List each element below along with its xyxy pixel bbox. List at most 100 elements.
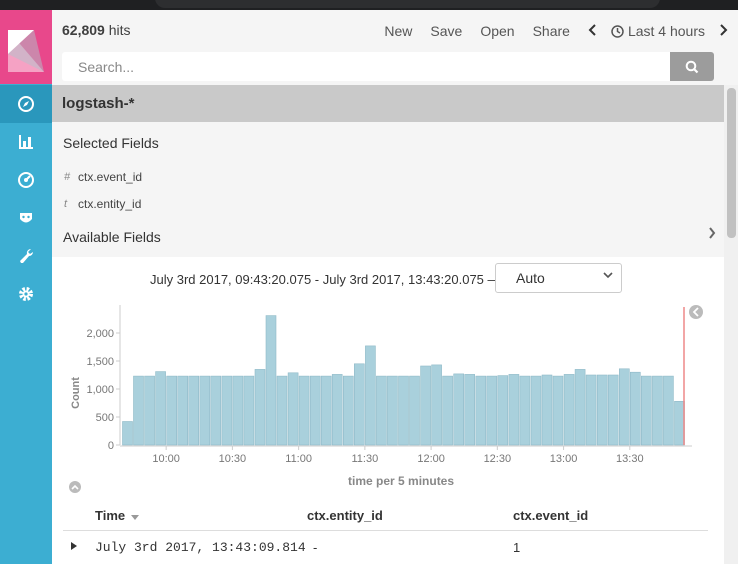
compass-icon bbox=[18, 96, 34, 112]
histogram-bar[interactable] bbox=[221, 375, 233, 446]
histogram-bar[interactable] bbox=[486, 375, 498, 446]
nav-dev-tools[interactable] bbox=[0, 237, 52, 275]
nav-visualize[interactable] bbox=[0, 123, 52, 161]
histogram-bar[interactable] bbox=[420, 365, 431, 446]
x-tick-label: 12:00 bbox=[417, 453, 445, 465]
histogram-bar[interactable] bbox=[663, 375, 674, 446]
histogram-bar[interactable] bbox=[497, 375, 509, 446]
histogram-bar[interactable] bbox=[640, 375, 652, 446]
histogram-bar[interactable] bbox=[320, 375, 332, 446]
histogram-bar[interactable] bbox=[342, 375, 354, 446]
histogram-bar[interactable] bbox=[596, 374, 608, 446]
histogram-bar[interactable] bbox=[177, 375, 188, 446]
histogram-bar[interactable] bbox=[398, 375, 409, 446]
time-range-label: Last 4 hours bbox=[627, 23, 705, 39]
histogram-bar[interactable] bbox=[629, 371, 641, 446]
scrollbar-thumb[interactable] bbox=[727, 88, 736, 238]
histogram-bar[interactable] bbox=[530, 375, 542, 446]
x-axis-label: time per 5 minutes bbox=[348, 474, 455, 488]
histogram-bar[interactable] bbox=[309, 375, 321, 446]
histogram-bar[interactable] bbox=[155, 371, 166, 446]
field-list: Selected Fields # ctx.event_id t ctx.ent… bbox=[52, 122, 724, 257]
field-item[interactable]: t ctx.entity_id bbox=[64, 197, 141, 211]
histogram-bar[interactable] bbox=[453, 373, 465, 446]
bar-chart-icon bbox=[19, 135, 33, 149]
histogram-bar[interactable] bbox=[166, 375, 177, 446]
histogram-bar[interactable] bbox=[387, 375, 398, 446]
histogram-bar[interactable] bbox=[563, 374, 575, 446]
histogram-bar[interactable] bbox=[265, 315, 277, 446]
histogram-bar[interactable] bbox=[133, 375, 144, 446]
nav-dashboard[interactable] bbox=[0, 161, 52, 199]
histogram-bar[interactable] bbox=[376, 375, 387, 446]
interval-select[interactable]: Auto bbox=[495, 263, 622, 293]
y-axis-label: Count bbox=[70, 377, 82, 409]
column-header-event-id[interactable]: ctx.event_id bbox=[513, 508, 588, 523]
histogram-chart[interactable]: 0 500 1,000 1,500 2,000 10:00 10:30 11:00 11:30… bbox=[52, 295, 712, 470]
hits-label: hits bbox=[108, 22, 131, 38]
expand-row-icon[interactable] bbox=[71, 542, 77, 552]
nav-discover[interactable] bbox=[0, 85, 52, 123]
field-item[interactable]: # ctx.event_id bbox=[64, 170, 142, 184]
histogram-bar[interactable] bbox=[331, 374, 343, 446]
nav-management[interactable] bbox=[0, 275, 52, 313]
string-type-icon: t bbox=[64, 198, 68, 210]
column-header-time[interactable]: Time bbox=[95, 508, 139, 523]
histogram-bar[interactable] bbox=[409, 375, 420, 446]
histogram-bar[interactable] bbox=[232, 375, 244, 446]
histogram-bar[interactable] bbox=[298, 375, 310, 446]
table-divider bbox=[63, 530, 708, 531]
table-cell-event-id: 1 bbox=[513, 540, 521, 555]
histogram-bar[interactable] bbox=[574, 369, 586, 446]
histogram-bar[interactable] bbox=[618, 368, 630, 446]
histogram-bar[interactable] bbox=[276, 375, 288, 446]
share-button[interactable]: Share bbox=[533, 23, 570, 39]
address-bar[interactable] bbox=[155, 0, 660, 8]
histogram-bar[interactable] bbox=[210, 375, 222, 446]
histogram-bar[interactable] bbox=[652, 375, 663, 446]
histogram-bar[interactable] bbox=[287, 372, 299, 446]
sort-down-icon[interactable] bbox=[130, 515, 139, 520]
search-input[interactable] bbox=[62, 52, 670, 81]
kibana-logo[interactable] bbox=[0, 10, 52, 84]
selected-fields-title: Selected Fields bbox=[63, 135, 159, 151]
table-cell-entity-id: - bbox=[313, 540, 318, 555]
browser-chrome bbox=[0, 0, 738, 10]
histogram-bar[interactable] bbox=[552, 375, 564, 446]
histogram-bar[interactable] bbox=[519, 375, 531, 446]
chevron-right-icon[interactable] bbox=[708, 226, 716, 244]
open-button[interactable]: Open bbox=[480, 23, 514, 39]
gear-icon bbox=[19, 287, 33, 301]
histogram-bar[interactable] bbox=[144, 375, 155, 446]
chevron-up-icon[interactable] bbox=[69, 481, 81, 493]
histogram-bar[interactable] bbox=[431, 364, 442, 446]
histogram-bar[interactable] bbox=[243, 375, 255, 446]
new-button[interactable]: New bbox=[384, 23, 412, 39]
index-pattern-bar[interactable]: logstash-* bbox=[52, 85, 724, 122]
histogram-bar[interactable] bbox=[585, 374, 597, 446]
histogram-bar[interactable] bbox=[122, 421, 133, 446]
histogram-bar[interactable] bbox=[353, 363, 365, 446]
histogram-bar[interactable] bbox=[607, 374, 619, 446]
interval-value: Auto bbox=[516, 270, 545, 286]
histogram-bar[interactable] bbox=[475, 375, 487, 446]
save-button[interactable]: Save bbox=[430, 23, 462, 39]
chart-collapse-icon[interactable] bbox=[689, 305, 703, 319]
histogram-bar[interactable] bbox=[442, 375, 453, 446]
field-name: ctx.entity_id bbox=[78, 197, 142, 211]
time-picker[interactable]: Last 4 hours bbox=[611, 23, 705, 39]
histogram-bar[interactable] bbox=[188, 375, 199, 446]
histogram-bar[interactable] bbox=[674, 401, 685, 446]
search-button[interactable] bbox=[670, 52, 714, 81]
histogram-bar[interactable] bbox=[199, 375, 211, 446]
histogram-bar[interactable] bbox=[508, 374, 520, 446]
histogram-bar[interactable] bbox=[464, 374, 476, 446]
histogram-bar[interactable] bbox=[254, 369, 266, 446]
available-fields-title[interactable]: Available Fields bbox=[63, 229, 161, 245]
chevron-right-icon[interactable] bbox=[719, 23, 728, 39]
chevron-left-icon[interactable] bbox=[588, 23, 597, 39]
nav-timelion[interactable] bbox=[0, 199, 52, 237]
histogram-bar[interactable] bbox=[541, 374, 553, 446]
column-header-entity-id[interactable]: ctx.entity_id bbox=[307, 508, 383, 523]
histogram-bar[interactable] bbox=[365, 345, 376, 446]
